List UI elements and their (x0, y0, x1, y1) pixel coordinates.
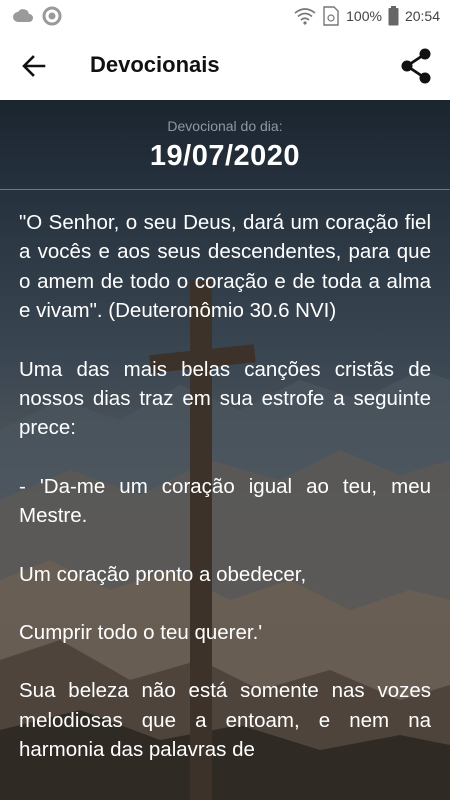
sim-icon (323, 6, 339, 26)
divider (0, 189, 450, 190)
paragraph: Uma das mais belas canções cristãs de no… (19, 357, 431, 440)
paragraph: Cumprir todo o teu querer.' (19, 621, 263, 645)
back-button[interactable] (18, 50, 50, 82)
arrow-left-icon (22, 55, 46, 77)
wifi-icon (294, 8, 316, 25)
paragraph: Um coração pronto a obedecer, (19, 562, 307, 586)
devotional-label: Devocional do dia: (167, 118, 283, 134)
cloud-icon (13, 9, 33, 22)
share-button[interactable] (398, 46, 434, 86)
devotional-header: Devocional do dia: 19/07/2020 (0, 100, 450, 190)
share-icon (401, 48, 431, 84)
battery-percent: 100% (346, 8, 382, 24)
status-time: 20:54 (404, 8, 440, 24)
paragraph: - 'Da-me um coração igual ao teu, meu Me… (19, 474, 431, 528)
devotional-date: 19/07/2020 (149, 140, 301, 172)
status-right: 100% 20:54 (294, 6, 440, 26)
page-title: Devocionais (90, 52, 220, 77)
devotional-text[interactable]: "O Senhor, o seu Deus, dará um coração f… (19, 208, 431, 800)
paragraph: "O Senhor, o seu Deus, dará um coração f… (19, 211, 431, 323)
status-left (12, 6, 62, 26)
circle-icon (42, 6, 62, 26)
status-bar: 100% 20:54 (0, 0, 450, 32)
paragraph: Sua beleza não está somente nas vozes me… (19, 679, 431, 762)
battery-icon (388, 6, 399, 26)
app-bar: Devocionais (0, 32, 450, 100)
